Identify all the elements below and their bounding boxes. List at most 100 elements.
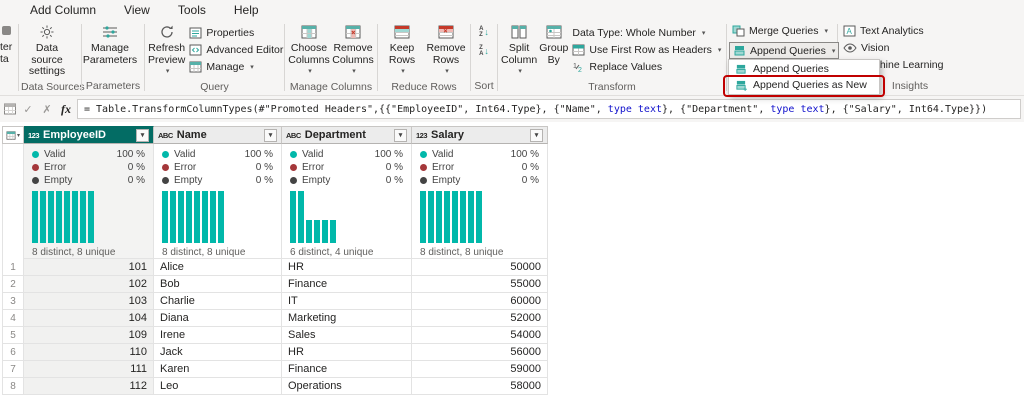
add-step-fx-button[interactable]: fx	[58, 102, 74, 117]
cell-salary[interactable]: 56000	[412, 344, 548, 361]
split-column-button[interactable]: Split Column ▾	[500, 22, 538, 80]
group-separator	[377, 24, 378, 91]
vision-button[interactable]: Vision	[840, 39, 892, 56]
cell-department[interactable]: IT	[282, 293, 412, 310]
cell-name[interactable]: Bob	[154, 276, 282, 293]
column-header-salary[interactable]: 123 Salary ▾	[412, 126, 548, 144]
cell-employeeid[interactable]: 109	[24, 327, 154, 344]
cell-name[interactable]: Diana	[154, 310, 282, 327]
use-first-row-as-headers-button[interactable]: Use First Row as Headers ▾	[569, 41, 724, 58]
cell-name[interactable]: Karen	[154, 361, 282, 378]
cell-department[interactable]: Sales	[282, 327, 412, 344]
row-number[interactable]: 5	[2, 327, 24, 344]
profile-name: Valid 100 % Error 0 % Empty 0 % 8 distinct,…	[154, 144, 282, 259]
value-distribution-histogram	[420, 191, 539, 243]
profile-spacer	[2, 144, 24, 259]
chevron-down-icon: ▾	[308, 68, 312, 75]
menu-item-append-queries-as-new[interactable]: Append Queries as New	[730, 77, 878, 93]
row-number[interactable]: 3	[2, 293, 24, 310]
table-row: 5 109 Irene Sales 54000	[2, 327, 548, 344]
text-type-icon[interactable]: ABC	[286, 131, 301, 140]
chevron-down-icon: ▾	[401, 68, 405, 75]
cancel-formula-button[interactable]: ✗	[39, 103, 55, 116]
cell-department[interactable]: Finance	[282, 361, 412, 378]
row-number[interactable]: 2	[2, 276, 24, 293]
manage-button[interactable]: Manage ▾	[186, 58, 286, 75]
cell-salary[interactable]: 60000	[412, 293, 548, 310]
sort-ascending-button[interactable]: A Z ↓	[479, 24, 489, 39]
cell-salary[interactable]: 55000	[412, 276, 548, 293]
advanced-editor-button[interactable]: Advanced Editor	[186, 41, 286, 58]
cell-salary[interactable]: 54000	[412, 327, 548, 344]
row-number[interactable]: 4	[2, 310, 24, 327]
text-type-icon[interactable]: ABC	[158, 131, 173, 140]
keep-rows-button[interactable]: Keep Rows ▾	[380, 22, 424, 80]
cell-department[interactable]: Marketing	[282, 310, 412, 327]
append-queries-icon	[735, 64, 747, 75]
data-source-settings-button[interactable]: Data source settings	[21, 22, 73, 80]
filter-button[interactable]: ▾	[394, 128, 407, 142]
sort-descending-button[interactable]: Z A ↓	[479, 43, 489, 58]
number-type-icon[interactable]: 123	[28, 131, 40, 140]
row-number[interactable]: 1	[2, 259, 24, 276]
menu-add-column[interactable]: Add Column	[30, 3, 96, 17]
cell-salary[interactable]: 58000	[412, 378, 548, 395]
commit-formula-button[interactable]: ✓	[20, 103, 36, 116]
cell-name[interactable]: Alice	[154, 259, 282, 276]
cell-department[interactable]: Finance	[282, 276, 412, 293]
cell-department[interactable]: Operations	[282, 378, 412, 395]
cell-employeeid[interactable]: 101	[24, 259, 154, 276]
column-header-name[interactable]: ABC Name ▾	[154, 126, 282, 144]
cell-employeeid[interactable]: 103	[24, 293, 154, 310]
properties-button[interactable]: Properties	[186, 24, 286, 41]
column-header-department[interactable]: ABC Department ▾	[282, 126, 412, 144]
cell-employeeid[interactable]: 110	[24, 344, 154, 361]
merge-queries-button[interactable]: Merge Queries ▾	[729, 22, 831, 39]
replace-values-button[interactable]: 12 Replace Values	[569, 58, 724, 75]
enter-data-button-partial[interactable]: ter ta	[0, 20, 16, 95]
filter-button[interactable]: ▾	[264, 128, 277, 142]
column-header-employeeid[interactable]: 123 EmployeeID ▾	[24, 126, 154, 144]
remove-rows-button[interactable]: Remove Rows ▾	[424, 22, 468, 80]
table-corner-button[interactable]: ▾	[2, 126, 24, 144]
menu-item-append-queries[interactable]: Append Queries	[730, 61, 878, 77]
cell-salary[interactable]: 50000	[412, 259, 548, 276]
group-label-reduce-rows: Reduce Rows	[391, 80, 457, 93]
text-analytics-button[interactable]: A Text Analytics	[840, 22, 927, 39]
cell-department[interactable]: HR	[282, 344, 412, 361]
cell-employeeid[interactable]: 102	[24, 276, 154, 293]
choose-columns-button[interactable]: Choose Columns ▾	[287, 22, 331, 80]
cell-department[interactable]: HR	[282, 259, 412, 276]
menu-view[interactable]: View	[124, 3, 150, 17]
table-row: 8 112 Leo Operations 58000	[2, 378, 548, 395]
data-type-button[interactable]: Data Type: Whole Number ▾	[569, 24, 724, 41]
number-type-icon[interactable]: 123	[416, 131, 428, 140]
row-number[interactable]: 7	[2, 361, 24, 378]
group-by-icon	[545, 24, 563, 40]
manage-parameters-button[interactable]: Manage Parameters	[83, 22, 137, 68]
error-dot-icon	[32, 164, 39, 171]
cell-employeeid[interactable]: 104	[24, 310, 154, 327]
error-dot-icon	[420, 164, 427, 171]
cell-name[interactable]: Irene	[154, 327, 282, 344]
group-by-button[interactable]: Group By	[538, 22, 569, 68]
header-row: ▾ 123 EmployeeID ▾ ABC Name ▾ ABC Depart…	[2, 126, 548, 144]
cell-name[interactable]: Jack	[154, 344, 282, 361]
remove-columns-button[interactable]: Remove Columns ▾	[331, 22, 375, 80]
menu-help[interactable]: Help	[234, 3, 259, 17]
cell-employeeid[interactable]: 111	[24, 361, 154, 378]
menu-tools[interactable]: Tools	[178, 3, 206, 17]
cell-employeeid[interactable]: 112	[24, 378, 154, 395]
append-queries-button[interactable]: Append Queries ▾	[729, 42, 840, 59]
chevron-down-icon: ▾	[831, 47, 836, 55]
filter-button[interactable]: ▾	[136, 128, 149, 142]
formula-input[interactable]: = Table.TransformColumnTypes(#"Promoted …	[77, 99, 1021, 119]
refresh-preview-button[interactable]: Refresh Preview ▾	[147, 22, 186, 80]
cell-name[interactable]: Charlie	[154, 293, 282, 310]
filter-button[interactable]: ▾	[530, 128, 543, 142]
cell-name[interactable]: Leo	[154, 378, 282, 395]
cell-salary[interactable]: 52000	[412, 310, 548, 327]
row-number[interactable]: 6	[2, 344, 24, 361]
row-number[interactable]: 8	[2, 378, 24, 395]
cell-salary[interactable]: 59000	[412, 361, 548, 378]
